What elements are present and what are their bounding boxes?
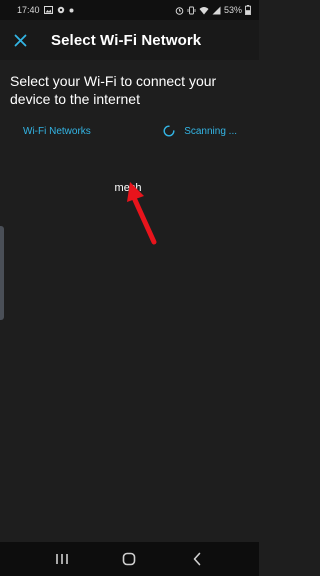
wifi-icon (199, 6, 209, 14)
status-right: 53% (175, 5, 251, 15)
edge-panel-handle[interactable] (0, 226, 4, 320)
page-title: Select Wi-Fi Network (51, 31, 202, 49)
image-icon (43, 6, 53, 14)
battery-icon (245, 5, 251, 15)
alarm-icon (175, 6, 184, 15)
home-button[interactable] (109, 542, 149, 576)
recent-apps-button[interactable] (42, 542, 82, 576)
close-icon (14, 34, 26, 46)
back-button[interactable] (177, 542, 217, 576)
app-bar: Select Wi-Fi Network (0, 20, 259, 60)
networks-header: Wi-Fi Networks Scanning ... (0, 121, 259, 141)
scanning-status: Scanning ... (163, 125, 237, 137)
battery-level: 53% (223, 5, 242, 15)
networks-label: Wi-Fi Networks (23, 125, 91, 137)
nav-bar (0, 542, 259, 576)
status-left: 17:40 (17, 5, 74, 15)
status-time: 17:40 (17, 5, 40, 15)
vibrate-icon (187, 6, 196, 14)
annotation-arrow-icon (127, 182, 157, 245)
settings-icon (57, 6, 64, 14)
home-icon (123, 552, 136, 566)
dot-icon (69, 8, 74, 12)
instruction-heading: Select your Wi-Fi to connect your device… (10, 73, 217, 107)
status-bar: 17:40 53% (0, 0, 259, 20)
back-icon (193, 552, 201, 566)
scanning-label: Scanning ... (184, 125, 237, 137)
close-button[interactable] (2, 20, 38, 60)
signal-icon (212, 6, 221, 14)
spinner-icon (163, 125, 175, 137)
recent-apps-icon (56, 554, 68, 564)
